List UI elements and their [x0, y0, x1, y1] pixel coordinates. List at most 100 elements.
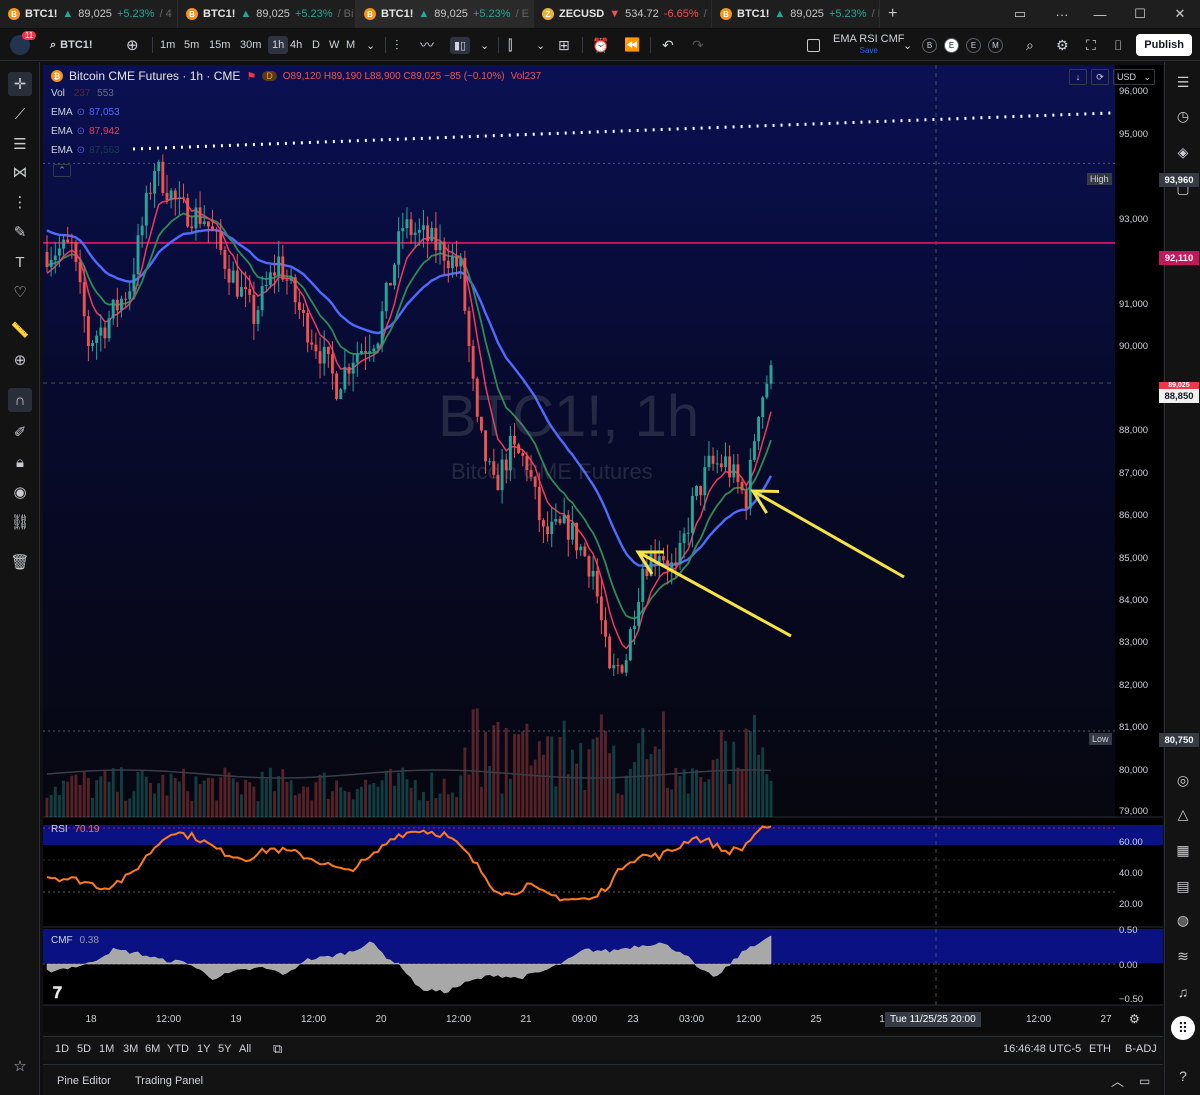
trading-panel-tab[interactable]: Trading Panel [135, 1065, 203, 1095]
eye-icon[interactable]: ⊙ [77, 107, 85, 118]
line-chart-icon[interactable]: 〰 [420, 29, 434, 61]
range-6m[interactable]: 6M [145, 1037, 160, 1061]
redo-icon[interactable]: ↷ [692, 29, 704, 61]
bar-replay-icon[interactable]: ⫶ [395, 29, 399, 61]
help-icon[interactable]: ? [1171, 1064, 1195, 1088]
collapse-panel-icon[interactable]: ︿ [1111, 1065, 1124, 1095]
browser-tab[interactable]: BBTC1!▲89,025+5.23%/ 4✕ [0, 0, 178, 28]
stream-icon[interactable]: ≋ [1171, 944, 1195, 968]
favorite-star-icon[interactable]: ☆ [8, 1054, 32, 1078]
snapshot-icon[interactable]: ⌷ [1114, 29, 1122, 61]
interval-1m[interactable]: 1m [160, 29, 175, 61]
compare-symbol-icon[interactable]: ⊕ [126, 29, 139, 61]
pattern-icon[interactable]: ⋈ [8, 160, 32, 184]
fullscreen-icon[interactable]: ⛶ [1086, 29, 1096, 61]
watchlist-icon[interactable]: ☰ [1171, 70, 1195, 94]
publish-button[interactable]: Publish [1136, 34, 1192, 56]
collapse-legend-icon[interactable]: ⌃ [53, 164, 71, 177]
drawing-mode-icon[interactable]: ✐ [8, 420, 32, 444]
minimize-icon[interactable]: — [1080, 0, 1120, 28]
goto-date-icon[interactable]: ⧉ [273, 1037, 282, 1061]
target-icon[interactable]: ◎ [1171, 768, 1195, 792]
crosshair-icon[interactable]: ✛ [8, 72, 32, 96]
fib-icon[interactable]: ☰ [8, 132, 32, 156]
range-1d[interactable]: 1D [55, 1037, 69, 1061]
indicators-icon[interactable]: ⫿ [508, 29, 512, 61]
quick-search-icon[interactable]: ⌕ [1026, 29, 1034, 61]
eye-icon[interactable]: ◉ [8, 480, 32, 504]
zoom-in-icon[interactable]: ⊕ [8, 348, 32, 372]
symbol-search[interactable]: ⌕ BTC1! [50, 29, 93, 61]
session-toggle[interactable]: ETH [1089, 1037, 1111, 1061]
range-3m[interactable]: 3M [123, 1037, 138, 1061]
eye-icon[interactable]: ⊙ [77, 126, 85, 137]
indicators-chevron-icon[interactable]: ⌄ [536, 29, 545, 61]
prediction-icon[interactable]: ⋮ [8, 190, 32, 214]
close-window-icon[interactable]: ✕ [1160, 0, 1200, 28]
interval-5m[interactable]: 5m [184, 29, 199, 61]
trend-line-icon[interactable]: ⟋ [8, 102, 32, 126]
session-flag[interactable]: E [966, 29, 981, 61]
eye-icon[interactable]: ⊙ [77, 145, 85, 156]
ema-legend-row[interactable]: EMA ⊙ 87,563 [51, 145, 120, 156]
ideas-icon[interactable]: △ [1171, 802, 1195, 826]
user-avatar[interactable]: 11 [10, 29, 37, 61]
brush-icon[interactable]: ✎ [8, 220, 32, 244]
text-icon[interactable]: T [8, 250, 32, 274]
chart-type-chevron-icon[interactable]: ⌄ [480, 29, 489, 61]
browser-tab[interactable]: ZZECUSD▼534.72-6.65%/✕ [534, 0, 712, 28]
layout-checkbox[interactable] [807, 29, 820, 61]
globe-icon[interactable]: ◍ [1171, 908, 1195, 932]
range-1y[interactable]: 1Y [197, 1037, 210, 1061]
link-icon[interactable]: ⛓ [8, 510, 32, 534]
candles-icon[interactable]: ▮▯ [450, 29, 471, 61]
magnet-icon[interactable]: ∩ [8, 388, 32, 412]
range-5y[interactable]: 5Y [218, 1037, 231, 1061]
calendar-icon[interactable]: ▦ [1171, 838, 1195, 862]
notifications-icon[interactable]: ♫ [1171, 980, 1195, 1004]
chart-canvas[interactable] [43, 65, 1163, 1033]
more-icon[interactable]: ··· [1042, 0, 1082, 28]
undo-icon[interactable]: ↶ [662, 29, 674, 61]
browser-tab[interactable]: BBTC1!▲89,025+5.23%/ M✕ [712, 0, 880, 28]
clock-readout[interactable]: 16:46:48 UTC-5 [1003, 1037, 1081, 1061]
range-ytd[interactable]: YTD [167, 1037, 189, 1061]
profile-icon[interactable]: ▭ [1000, 0, 1040, 28]
symbol-title[interactable]: Bitcoin CME Futures · 1h · CME [69, 69, 240, 83]
new-tab-icon[interactable]: + [880, 0, 905, 28]
apps-grid-icon[interactable]: ⠿ [1171, 1016, 1195, 1040]
screener-icon[interactable]: ▤ [1171, 874, 1195, 898]
browser-tab[interactable]: BBTC1!▲89,025+5.23%/ Bi✕ [178, 0, 356, 28]
maximize-panel-icon[interactable]: ▭ [1139, 1065, 1150, 1095]
template-chevron-icon[interactable]: ⌄ [903, 29, 912, 61]
range-1m[interactable]: 1M [99, 1037, 114, 1061]
interval-1h[interactable]: 1h [268, 29, 289, 61]
maximize-icon[interactable]: ☐ [1120, 0, 1160, 28]
chart-area[interactable]: ₿ Bitcoin CME Futures · 1h · CME ⚑ D O89… [43, 65, 1199, 1033]
session-flag[interactable]: M [988, 29, 1003, 61]
interval-15m[interactable]: 15m [209, 29, 230, 61]
refresh-icon[interactable]: ⟳ [1091, 69, 1109, 85]
interval-M[interactable]: M [346, 29, 355, 61]
browser-tab[interactable]: BBTC1!▲89,025+5.23%/ E✕ [356, 0, 534, 28]
pine-editor-tab[interactable]: Pine Editor [57, 1065, 111, 1095]
layout-grid-icon[interactable]: ⊞ [558, 29, 570, 61]
chart-settings-icon[interactable]: ⚙ [1129, 1012, 1140, 1026]
replay-icon[interactable]: ⏪ [624, 29, 640, 61]
interval-30m[interactable]: 30m [240, 29, 261, 61]
interval-W[interactable]: W [329, 29, 339, 61]
ema-legend-row[interactable]: EMA ⊙ 87,053 [51, 107, 120, 118]
lock-icon[interactable]: 🔒︎ [8, 450, 32, 474]
ema-legend-row[interactable]: EMA ⊙ 87,942 [51, 126, 120, 137]
currency-select[interactable]: USD ⌄ [1113, 69, 1155, 85]
alert-icon[interactable]: ⏰ [592, 29, 609, 61]
settings-icon[interactable]: ⚙ [1056, 29, 1069, 61]
heart-icon[interactable]: ♡ [8, 280, 32, 304]
indicator-template[interactable]: EMA RSI CMF Save [833, 29, 905, 61]
session-flag[interactable]: E [944, 29, 959, 61]
interval-D[interactable]: D [312, 29, 320, 61]
ruler-icon[interactable]: 📏 [8, 318, 32, 342]
trash-icon[interactable]: 🗑︎ [8, 550, 32, 574]
scroll-down-icon[interactable]: ↓ [1069, 69, 1087, 85]
session-flag[interactable]: B [922, 29, 937, 61]
